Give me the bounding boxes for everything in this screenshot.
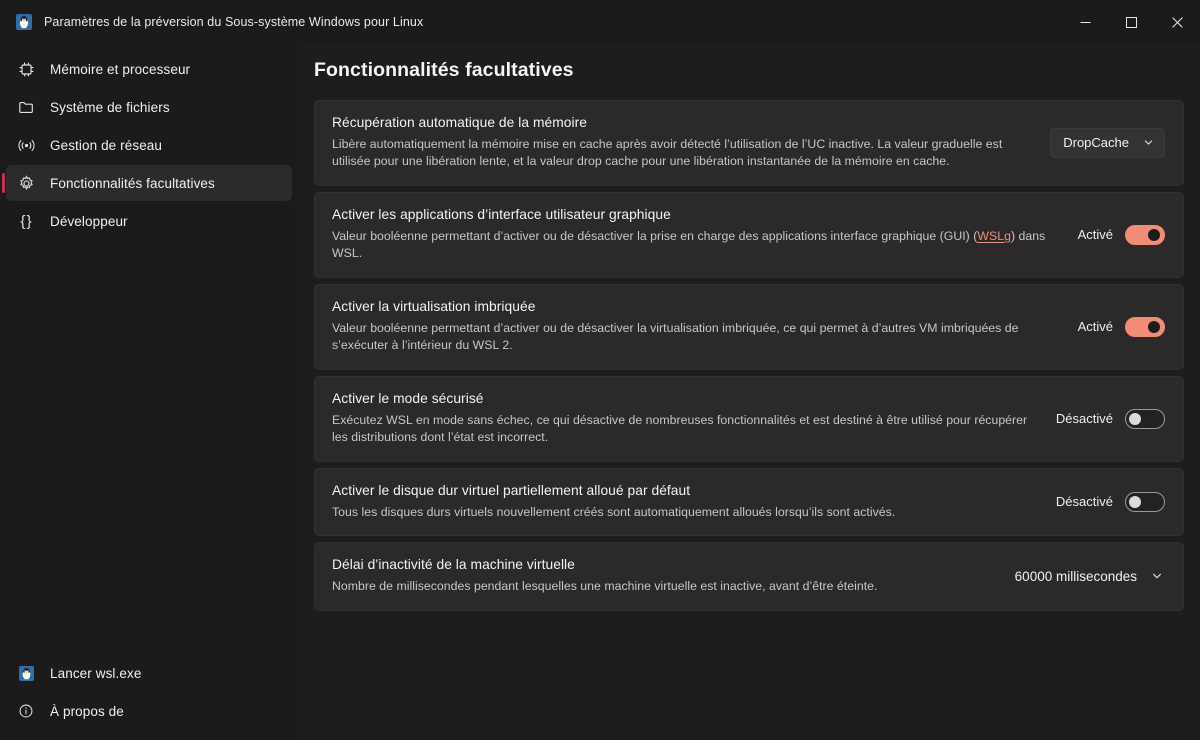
- setting-card-nested-virtualization: Activer la virtualisation imbriquée Vale…: [314, 284, 1184, 371]
- setting-text: Activer le mode sécurisé Exécutez WSL en…: [332, 390, 1056, 447]
- sidebar-item-label: Mémoire et processeur: [50, 61, 191, 77]
- minimize-button[interactable]: [1062, 0, 1108, 44]
- curly-braces-icon: { }: [20, 212, 32, 230]
- sidebar-item-label: Lancer wsl.exe: [50, 665, 142, 681]
- tux-penguin-icon: [16, 663, 36, 683]
- toggle-knob: [1129, 495, 1141, 508]
- setting-text: Activer les applications d’interface uti…: [332, 206, 1078, 263]
- sidebar-item-label: Développeur: [50, 213, 128, 229]
- sidebar: Mémoire et processeur Système de fichier…: [0, 44, 298, 740]
- toggle-knob: [1129, 412, 1141, 425]
- setting-control: DropCache: [1050, 127, 1165, 158]
- sidebar-item-file-system[interactable]: Système de fichiers: [6, 89, 292, 125]
- setting-description: Valeur booléenne permettant d’activer ou…: [332, 320, 1019, 353]
- setting-control: Activé: [1077, 224, 1165, 245]
- setting-description: Valeur booléenne permettant d’activer ou…: [332, 228, 1064, 263]
- wslg-link[interactable]: WSLg: [977, 229, 1011, 243]
- setting-title: Activer le disque dur virtuel partiellem…: [332, 483, 691, 499]
- tux-penguin-icon: [16, 14, 32, 30]
- setting-description: Nombre de millisecondes pendant lesquell…: [332, 579, 878, 594]
- sidebar-footer-nav: Lancer wsl.exe À propos de: [0, 654, 298, 740]
- sidebar-item-label: À propos de: [50, 703, 124, 719]
- setting-card-safe-mode: Activer le mode sécurisé Exécutez WSL en…: [314, 376, 1184, 463]
- setting-title: Activer les applications d’interface uti…: [332, 207, 671, 223]
- page-title: Fonctionnalités facultatives: [314, 59, 574, 81]
- setting-control: Activé: [1077, 316, 1165, 337]
- toggle-state-label: Activé: [1077, 227, 1113, 243]
- setting-control: 60000 millisecondes: [1015, 569, 1165, 584]
- sidebar-item-developer[interactable]: { } Développeur: [6, 203, 292, 239]
- window-title: Paramètres de la préversion du Sous-syst…: [44, 15, 424, 29]
- sidebar-nav: Mémoire et processeur Système de fichier…: [0, 50, 298, 240]
- setting-card-vm-idle-timeout: Délai d’inactivité de la machine virtuel…: [314, 542, 1184, 611]
- window-body: Mémoire et processeur Système de fichier…: [0, 44, 1200, 740]
- sidebar-item-label: Fonctionnalités facultatives: [50, 175, 215, 191]
- setting-text: Activer la virtualisation imbriquée Vale…: [332, 298, 1078, 355]
- main-content: Fonctionnalités facultatives Récupératio…: [298, 44, 1200, 740]
- setting-title: Délai d’inactivité de la machine virtuel…: [332, 557, 575, 573]
- sidebar-item-label: Gestion de réseau: [50, 137, 163, 153]
- setting-description: Libère automatiquement la mémoire mise e…: [332, 136, 1003, 169]
- sidebar-item-label: Système de fichiers: [50, 99, 170, 115]
- folder-icon: [16, 97, 36, 117]
- sidebar-item-networking[interactable]: Gestion de réseau: [6, 127, 292, 163]
- vm-idle-timeout-dropdown[interactable]: 60000 millisecondes: [1015, 569, 1165, 584]
- dropdown-value: DropCache: [1063, 135, 1129, 151]
- close-button[interactable]: [1154, 0, 1200, 44]
- memory-reclaim-dropdown[interactable]: DropCache: [1050, 127, 1165, 158]
- setting-description: Tous les disques durs virtuels nouvellem…: [332, 504, 896, 519]
- setting-card-auto-memory-reclaim: Récupération automatique de la mémoire L…: [314, 100, 1184, 187]
- nested-virtualization-toggle[interactable]: [1125, 316, 1165, 337]
- setting-control: Désactivé: [1055, 491, 1165, 512]
- toggle-state-label: Activé: [1077, 319, 1113, 335]
- sidebar-item-launch-wsl[interactable]: Lancer wsl.exe: [6, 655, 292, 691]
- gear-icon: [16, 173, 36, 193]
- info-circle-icon: [16, 701, 36, 721]
- title-bar: Paramètres de la préversion du Sous-syst…: [0, 0, 1200, 44]
- setting-title: Activer le mode sécurisé: [332, 391, 484, 407]
- cpu-chip-icon: [16, 59, 36, 79]
- network-signal-icon: [16, 135, 36, 155]
- dropdown-value: 60000 millisecondes: [1014, 568, 1137, 584]
- sidebar-item-memory-processor[interactable]: Mémoire et processeur: [6, 51, 292, 87]
- setting-card-sparse-vhd: Activer le disque dur virtuel partiellem…: [314, 468, 1184, 537]
- chevron-down-icon: [1143, 137, 1154, 148]
- gui-applications-toggle[interactable]: [1125, 224, 1165, 245]
- description-part-before: Valeur booléenne permettant d’activer ou…: [332, 228, 978, 243]
- toggle-knob: [1148, 228, 1160, 241]
- sidebar-item-optional-features[interactable]: Fonctionnalités facultatives: [2, 165, 292, 201]
- setting-text: Récupération automatique de la mémoire L…: [332, 114, 1050, 171]
- chevron-down-icon: [1151, 570, 1163, 582]
- toggle-knob: [1148, 320, 1160, 333]
- safe-mode-toggle[interactable]: [1125, 408, 1165, 429]
- toggle-state-label: Désactivé: [1055, 411, 1113, 427]
- maximize-button[interactable]: [1108, 0, 1154, 44]
- setting-text: Activer le disque dur virtuel partiellem…: [332, 482, 1056, 521]
- setting-description: Exécutez WSL en mode sans échec, ce qui …: [332, 412, 1028, 445]
- setting-control: Désactivé: [1055, 408, 1165, 429]
- setting-title: Activer la virtualisation imbriquée: [332, 299, 536, 315]
- toggle-state-label: Désactivé: [1055, 494, 1113, 510]
- sparse-vhd-toggle[interactable]: [1125, 491, 1165, 512]
- app-window: Paramètres de la préversion du Sous-syst…: [0, 0, 1200, 740]
- setting-text: Délai d’inactivité de la machine virtuel…: [332, 556, 1015, 595]
- window-controls: [1062, 0, 1200, 44]
- settings-list: Récupération automatique de la mémoire L…: [314, 100, 1184, 611]
- setting-card-gui-applications: Activer les applications d’interface uti…: [314, 192, 1184, 279]
- setting-title: Récupération automatique de la mémoire: [332, 115, 587, 130]
- sidebar-item-about[interactable]: À propos de: [6, 693, 292, 729]
